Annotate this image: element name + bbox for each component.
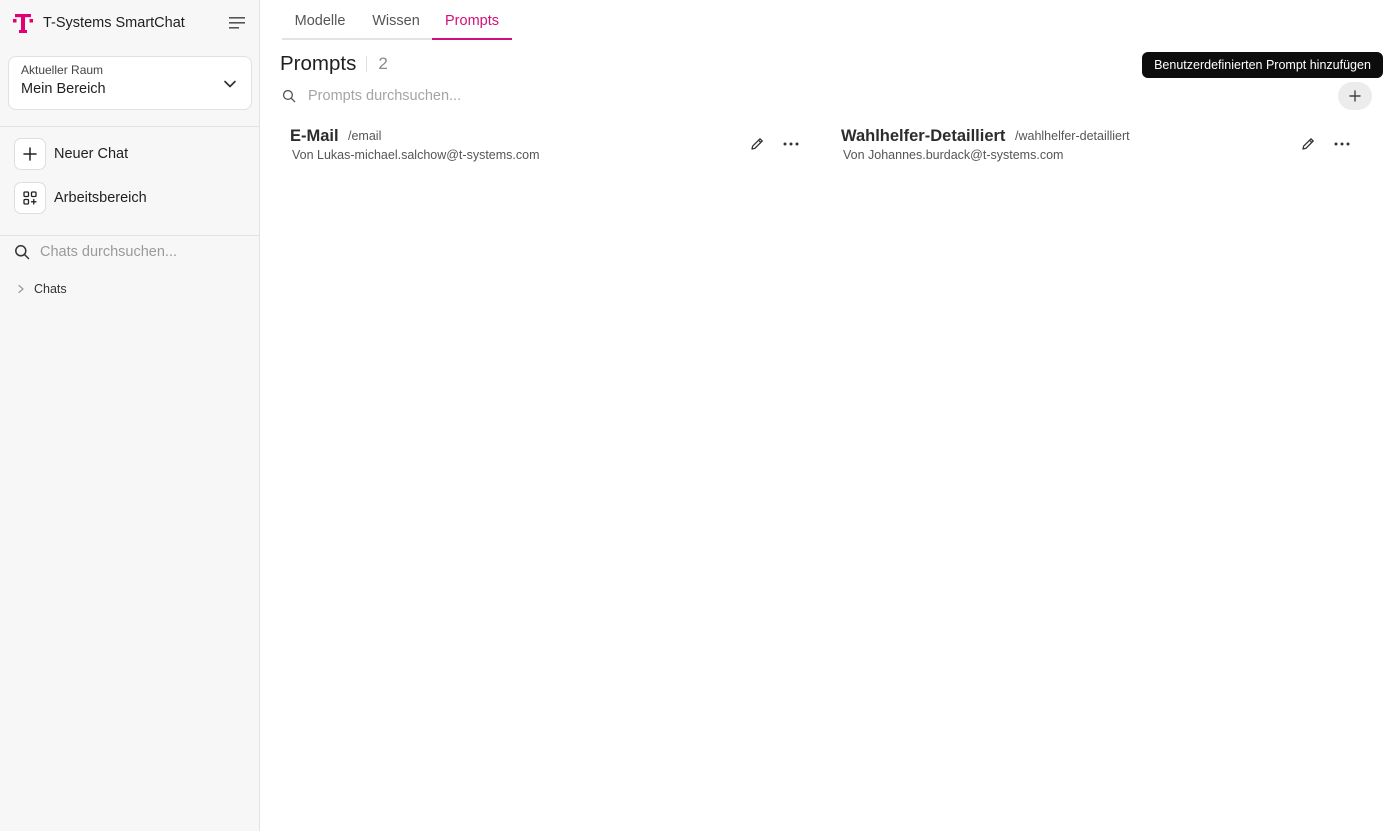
sidebar-divider [0, 126, 259, 127]
prompt-name: Wahlhelfer-Detailliert [841, 127, 1006, 145]
title-separator [366, 56, 368, 72]
chat-search-input[interactable] [40, 244, 240, 260]
app-name: T-Systems SmartChat [43, 15, 185, 31]
new-chat-button[interactable]: Neuer Chat [14, 138, 128, 170]
chat-search [14, 240, 250, 264]
main-content: Modelle Wissen Prompts Prompts 2 Benutze… [260, 0, 1383, 831]
add-prompt-tooltip: Benutzerdefinierten Prompt hinzufügen [1142, 52, 1383, 78]
chats-folder-label: Chats [34, 282, 67, 296]
page-title: Prompts [280, 52, 357, 75]
sidebar-divider [0, 235, 259, 236]
pencil-icon [751, 138, 763, 150]
chevron-down-icon [224, 80, 236, 88]
brand[interactable]: T-Systems SmartChat [12, 10, 185, 36]
workspace-icon [14, 182, 46, 214]
prompt-count: 2 [378, 54, 388, 73]
room-value: Mein Bereich [21, 81, 106, 97]
telekom-logo-icon [12, 10, 34, 36]
sidebar: T-Systems SmartChat Aktueller Raum Mein … [0, 0, 260, 831]
menu-icon [229, 17, 245, 29]
search-icon [15, 245, 30, 260]
prompt-card[interactable]: Wahlhelfer-Detailliert /wahlhelfer-detai… [841, 124, 1361, 168]
tab-modelle[interactable]: Modelle [282, 0, 358, 40]
add-prompt-button[interactable] [1338, 82, 1372, 110]
new-chat-label: Neuer Chat [54, 146, 129, 162]
plus-icon [14, 138, 46, 170]
edit-prompt-button[interactable] [747, 134, 767, 154]
workspace-button[interactable]: Arbeitsbereich [14, 182, 147, 214]
ellipsis-icon [783, 142, 799, 146]
room-selector[interactable]: Aktueller Raum Mein Bereich [8, 56, 252, 110]
prompt-search [282, 85, 1082, 107]
tab-wissen[interactable]: Wissen [358, 0, 434, 40]
app-window: T-Systems SmartChat Aktueller Raum Mein … [0, 0, 1383, 831]
prompt-card[interactable]: E-Mail /email Von Lukas-michael.salchow@… [290, 124, 810, 168]
more-options-button[interactable] [1331, 134, 1353, 154]
ellipsis-icon [1334, 142, 1350, 146]
more-options-button[interactable] [780, 134, 802, 154]
workspace-label: Arbeitsbereich [54, 190, 147, 206]
pencil-icon [1302, 138, 1314, 150]
prompt-author: Von Lukas-michael.salchow@t-systems.com [292, 148, 540, 162]
edit-prompt-button[interactable] [1298, 134, 1318, 154]
search-icon [282, 89, 296, 103]
prompt-author: Von Johannes.burdack@t-systems.com [843, 148, 1064, 162]
prompt-search-input[interactable] [308, 88, 908, 104]
prompt-command: /wahlhelfer-detailliert [1015, 129, 1130, 143]
room-label: Aktueller Raum [21, 63, 104, 77]
chats-folder[interactable]: Chats [16, 280, 67, 298]
tab-prompts[interactable]: Prompts [432, 0, 512, 40]
prompt-name: E-Mail [290, 127, 339, 145]
plus-icon [1349, 90, 1361, 102]
chevron-right-icon [18, 284, 24, 294]
page-header: Prompts 2 [280, 52, 388, 76]
sidebar-toggle-button[interactable] [226, 12, 248, 34]
prompt-command: /email [348, 129, 382, 143]
tab-bar: Modelle Wissen Prompts [282, 0, 512, 40]
